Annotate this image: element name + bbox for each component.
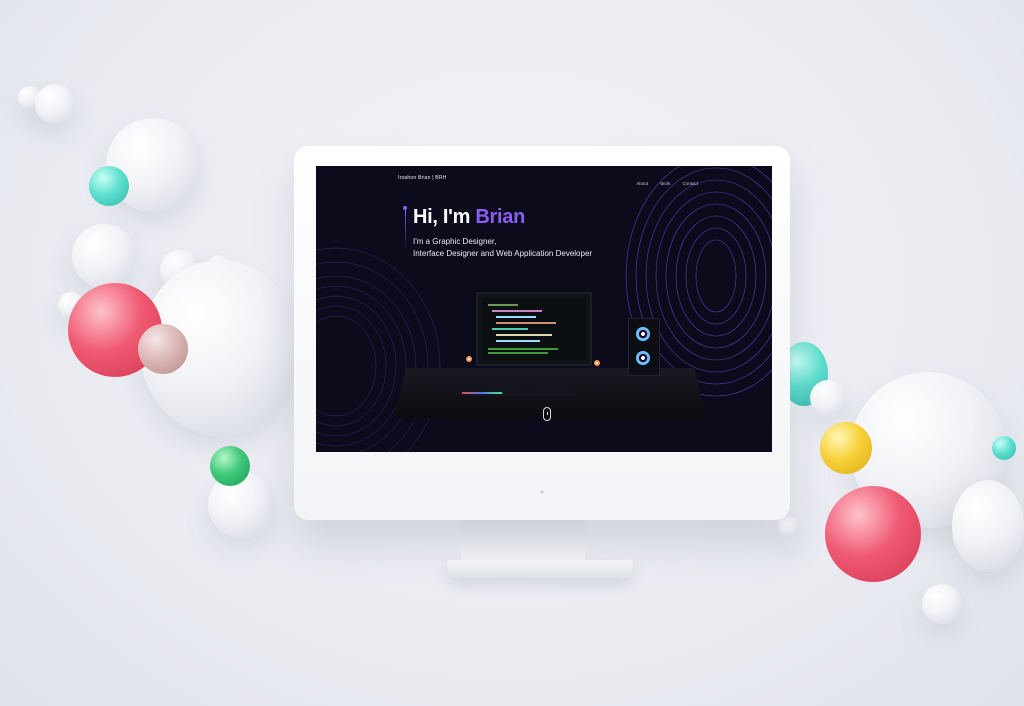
mouse-scroll-icon[interactable] [543,407,551,421]
hero-greeting: Hi, I'm [413,206,471,228]
decorative-sphere [72,224,136,288]
hero-accent-line [404,210,406,250]
decorative-sphere [952,480,1024,572]
fan-icon [636,351,650,365]
monitor-logo-dot [540,490,544,494]
decorative-sphere [89,166,129,206]
monitor-stand-base [447,560,633,578]
speaker-illustration [466,356,472,362]
decorative-sphere [35,84,75,124]
nav-link-work[interactable]: Work [660,181,670,186]
decorative-sphere [825,486,921,582]
pc-case-illustration [628,318,660,376]
hero-name: Brian [475,206,525,228]
decorative-sphere [992,436,1016,460]
nav-link-about[interactable]: About [636,181,648,186]
fan-icon [636,327,650,341]
decorative-sphere [210,446,250,486]
decorative-sphere [778,516,800,538]
monitor-stand [461,516,585,564]
hero-title: Hi, I'm Brian [413,206,525,229]
nav-link-contact[interactable]: Contact [682,181,698,186]
desk-monitor-illustration [476,292,592,366]
decorative-sphere [810,380,846,416]
site-nav: About Work Contact [636,181,698,186]
decorative-sphere [820,422,872,474]
code-editor-illustration [482,298,586,360]
hero-subtitle-line1: I'm a Graphic Designer, [413,237,497,246]
decorative-sphere [922,584,962,624]
hero-subtitle: I'm a Graphic Designer, Interface Design… [413,236,592,260]
site-brand[interactable]: Iroahon Brian | BRH [398,175,446,181]
decorative-sphere [138,324,188,374]
keyboard-rgb [462,392,502,394]
speaker-illustration [594,360,600,366]
hero-subtitle-line2: Interface Designer and Web Application D… [413,249,593,258]
website-screen: Iroahon Brian | BRH About Work Contact H… [316,166,772,452]
